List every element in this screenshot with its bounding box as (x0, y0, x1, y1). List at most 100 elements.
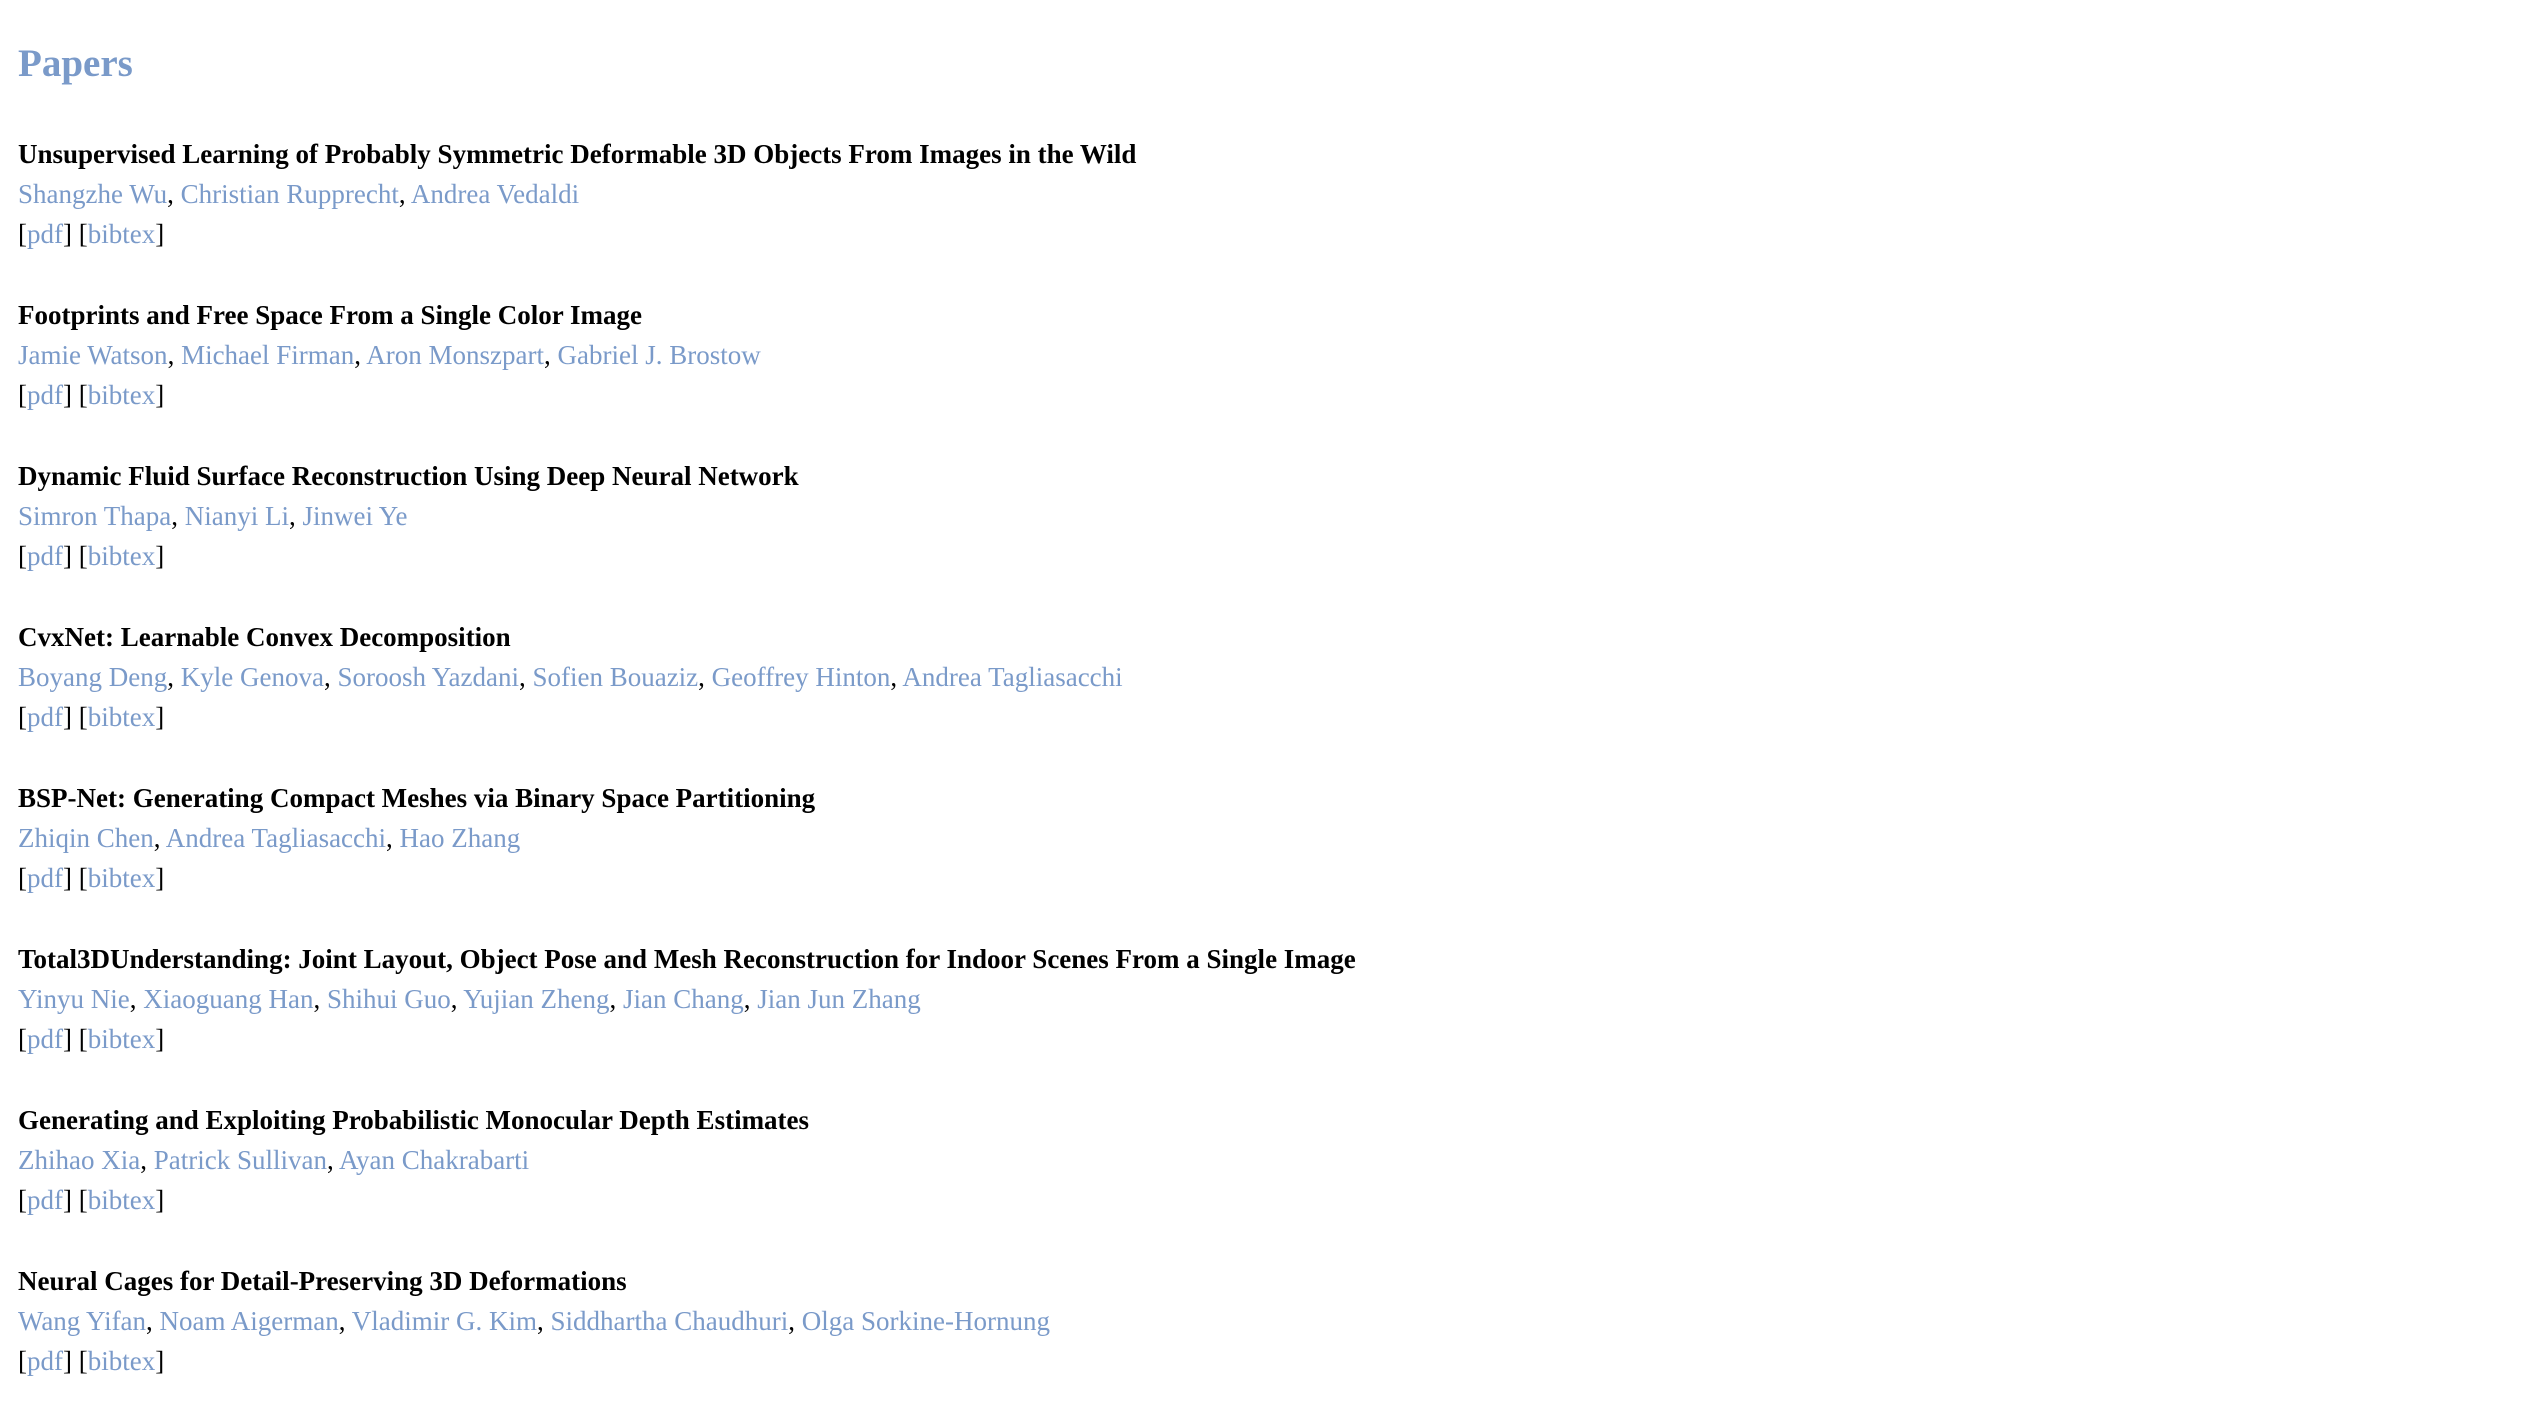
author-link[interactable]: Ayan Chakrabarti (339, 1145, 529, 1175)
list-item: Generating and Exploiting Probabilistic … (18, 1100, 2530, 1261)
bibtex-link[interactable]: bibtex (88, 1346, 156, 1376)
author-link[interactable]: Michael Firman (181, 340, 354, 370)
author-separator: , (153, 823, 166, 853)
paper-links: [pdf] [bibtex] (18, 697, 2530, 737)
bracket: ] [ (63, 1346, 88, 1376)
author-link[interactable]: Zhihao Xia (18, 1145, 140, 1175)
author-separator: , (129, 984, 144, 1014)
bibtex-link[interactable]: bibtex (88, 1024, 156, 1054)
author-link[interactable]: Noam Aigerman (160, 1306, 339, 1336)
author-link[interactable]: Yujian Zheng (463, 984, 609, 1014)
author-link[interactable]: Andrea Tagliasacchi (902, 662, 1122, 692)
author-link[interactable]: Geoffrey Hinton (712, 662, 891, 692)
author-link[interactable]: Aron Monszpart (366, 340, 544, 370)
paper-title: Unsupervised Learning of Probably Symmet… (18, 139, 1137, 169)
author-link[interactable]: Simron Thapa (18, 501, 171, 531)
paper-title: Neural Cages for Detail-Preserving 3D De… (18, 1266, 627, 1296)
bracket: [ (18, 380, 27, 410)
author-link[interactable]: Xiaoguang Han (143, 984, 313, 1014)
bracket: ] [ (63, 1024, 88, 1054)
paper-title: Footprints and Free Space From a Single … (18, 300, 642, 330)
paper-links: [pdf] [bibtex] (18, 536, 2530, 576)
bibtex-link[interactable]: bibtex (88, 380, 156, 410)
author-separator: , (398, 179, 411, 209)
list-item: Footprints and Free Space From a Single … (18, 295, 2530, 456)
paper-title: Dynamic Fluid Surface Reconstruction Usi… (18, 461, 799, 491)
bracket: ] [ (63, 380, 88, 410)
paper-authors: Yinyu Nie, Xiaoguang Han, Shihui Guo, Yu… (18, 979, 2530, 1019)
bracket: ] [ (63, 863, 88, 893)
author-separator: , (537, 1306, 551, 1336)
author-link[interactable]: Patrick Sullivan (154, 1145, 327, 1175)
author-link[interactable]: Siddhartha Chaudhuri (551, 1306, 789, 1336)
author-link[interactable]: Jian Chang (623, 984, 744, 1014)
pdf-link[interactable]: pdf (27, 1024, 63, 1054)
pdf-link[interactable]: pdf (27, 219, 63, 249)
bracket: [ (18, 863, 27, 893)
author-separator: , (146, 1306, 160, 1336)
bibtex-link[interactable]: bibtex (88, 702, 156, 732)
author-separator: , (518, 662, 533, 692)
bracket: [ (18, 1024, 27, 1054)
author-link[interactable]: Vladimir G. Kim (352, 1306, 537, 1336)
pdf-link[interactable]: pdf (27, 380, 63, 410)
page-title: Papers (18, 42, 133, 85)
author-link[interactable]: Olga Sorkine-Hornung (802, 1306, 1050, 1336)
bibtex-link[interactable]: bibtex (88, 219, 156, 249)
author-link[interactable]: Gabriel J. Brostow (558, 340, 761, 370)
bibtex-link[interactable]: bibtex (88, 1185, 156, 1215)
author-link[interactable]: Shihui Guo (327, 984, 451, 1014)
bracket: ] (155, 380, 165, 410)
author-link[interactable]: Jinwei Ye (302, 501, 407, 531)
author-link[interactable]: Jamie Watson (18, 340, 168, 370)
paper-list: Unsupervised Learning of Probably Symmet… (18, 134, 2530, 1422)
bracket: ] [ (63, 702, 88, 732)
author-separator: , (167, 662, 181, 692)
paper-links: [pdf] [bibtex] (18, 1180, 2530, 1220)
bracket: ] [ (63, 541, 88, 571)
paper-title: Generating and Exploiting Probabilistic … (18, 1105, 810, 1135)
author-separator: , (609, 984, 623, 1014)
author-link[interactable]: Boyang Deng (18, 662, 167, 692)
paper-title: BSP-Net: Generating Compact Meshes via B… (18, 783, 816, 813)
pdf-link[interactable]: pdf (27, 863, 63, 893)
author-link[interactable]: Shangzhe Wu (18, 179, 167, 209)
list-item: Unsupervised Learning of Probably Symmet… (18, 134, 2530, 295)
author-link[interactable]: Soroosh Yazdani (337, 662, 519, 692)
author-link[interactable]: Andrea Tagliasacchi (166, 823, 386, 853)
author-link[interactable]: Nianyi Li (185, 501, 289, 531)
paper-links: [pdf] [bibtex] (18, 214, 2530, 254)
pdf-link[interactable]: pdf (27, 541, 63, 571)
author-separator: , (288, 501, 303, 531)
paper-authors: Shangzhe Wu, Christian Rupprecht, Andrea… (18, 174, 2530, 214)
author-link[interactable]: Jian Jun Zhang (757, 984, 920, 1014)
bibtex-link[interactable]: bibtex (88, 541, 156, 571)
author-link[interactable]: Sofien Bouaziz (532, 662, 698, 692)
author-separator: , (544, 340, 558, 370)
author-link[interactable]: Hao Zhang (400, 823, 521, 853)
author-separator: , (313, 984, 327, 1014)
paper-links: [pdf] [bibtex] (18, 1341, 2530, 1381)
paper-authors: Zhihao Xia, Patrick Sullivan, Ayan Chakr… (18, 1140, 2530, 1180)
paper-title: CvxNet: Learnable Convex Decomposition (18, 622, 511, 652)
author-link[interactable]: Yinyu Nie (18, 984, 130, 1014)
author-separator: , (171, 501, 185, 531)
author-separator: , (890, 662, 903, 692)
author-link[interactable]: Zhiqin Chen (18, 823, 154, 853)
pdf-link[interactable]: pdf (27, 1346, 63, 1376)
author-link[interactable]: Andrea Vedaldi (411, 179, 579, 209)
bracket: ] [ (63, 1185, 88, 1215)
list-item: CvxNet: Learnable Convex Decomposition Bo… (18, 617, 2530, 778)
author-separator: , (140, 1145, 154, 1175)
bibtex-link[interactable]: bibtex (88, 863, 156, 893)
paper-links: [pdf] [bibtex] (18, 858, 2530, 898)
author-link[interactable]: Kyle Genova (181, 662, 324, 692)
author-link[interactable]: Christian Rupprecht (181, 179, 399, 209)
bracket: ] (155, 1346, 165, 1376)
pdf-link[interactable]: pdf (27, 702, 63, 732)
pdf-link[interactable]: pdf (27, 1185, 63, 1215)
author-link[interactable]: Wang Yifan (18, 1306, 146, 1336)
paper-links: [pdf] [bibtex] (18, 1019, 2530, 1059)
paper-authors: Wang Yifan, Noam Aigerman, Vladimir G. K… (18, 1301, 2530, 1341)
author-separator: , (338, 1306, 352, 1336)
